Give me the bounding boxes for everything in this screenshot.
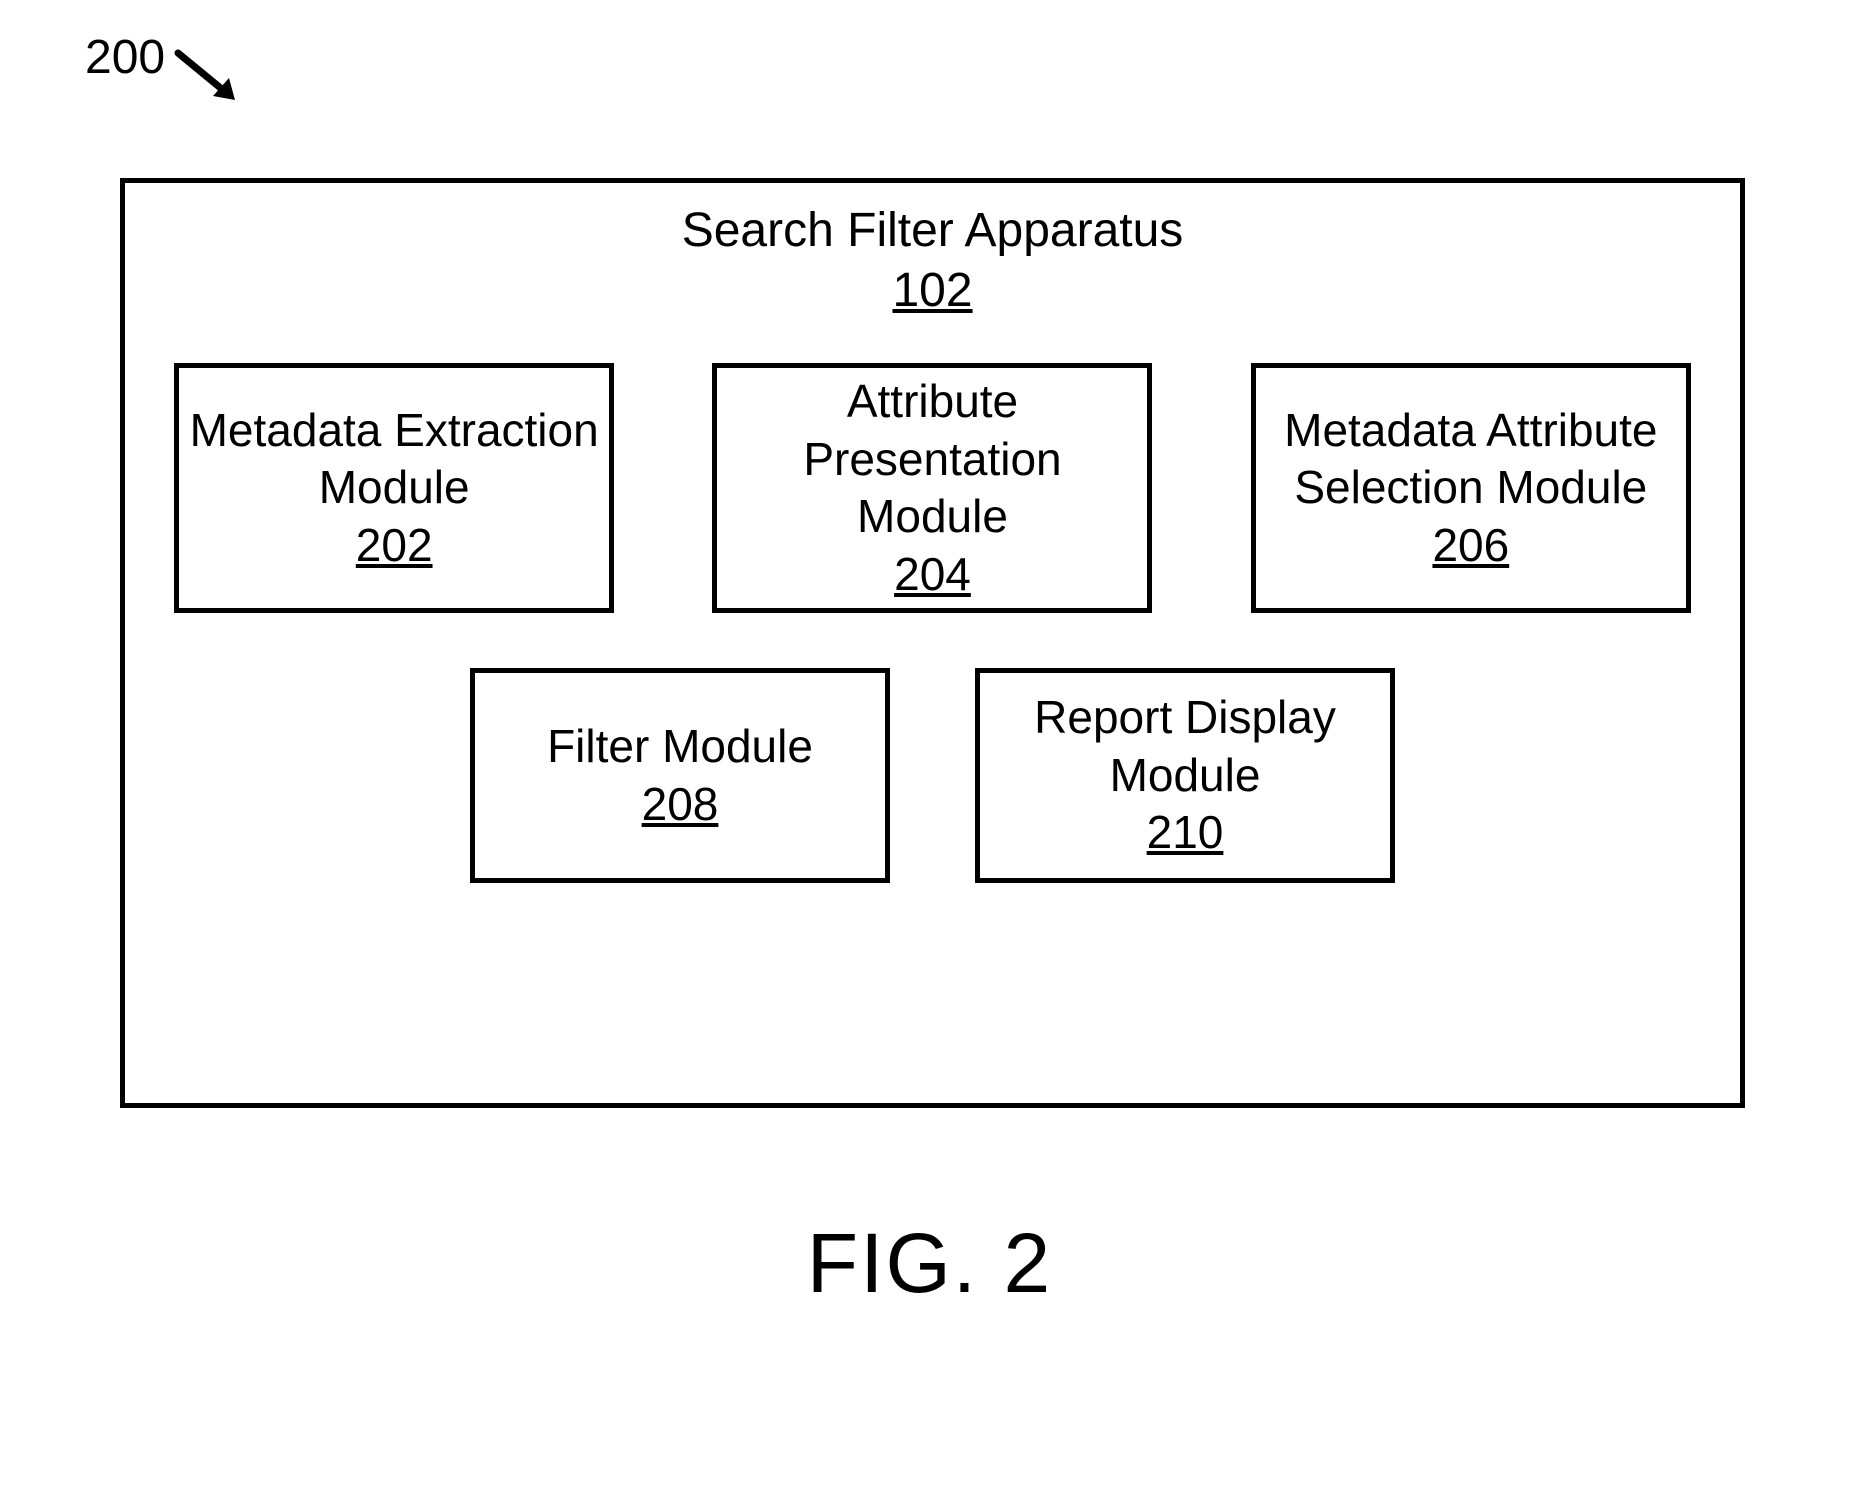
figure-ref-number: 200 [85, 30, 165, 85]
module-title: Report Display Module [990, 689, 1380, 804]
module-ref: 206 [1432, 517, 1509, 575]
module-title: Metadata Extraction Module [189, 402, 599, 517]
module-title: Metadata Attribute Selection Module [1266, 402, 1676, 517]
module-title: Attribute Presentation Module [727, 373, 1137, 546]
module-metadata-extraction: Metadata Extraction Module 202 [174, 363, 614, 613]
module-ref: 210 [1147, 804, 1224, 862]
module-ref: 208 [642, 776, 719, 834]
figure-caption: FIG. 2 [0, 1215, 1859, 1312]
figure-canvas: 200 Search Filter Apparatus 102 Metadata… [0, 0, 1859, 1496]
module-metadata-attribute-selection: Metadata Attribute Selection Module 206 [1251, 363, 1691, 613]
module-row-2: Filter Module 208 Report Display Module … [125, 668, 1740, 918]
module-attribute-presentation: Attribute Presentation Module 204 [712, 363, 1152, 613]
figure-ref-label: 200 [85, 30, 253, 118]
module-ref: 204 [894, 546, 971, 604]
module-report-display: Report Display Module 210 [975, 668, 1395, 883]
container-title: Search Filter Apparatus [125, 201, 1740, 261]
module-row-1: Metadata Extraction Module 202 Attribute… [125, 363, 1740, 613]
module-title: Filter Module [547, 718, 813, 776]
arrow-icon [173, 48, 253, 118]
module-filter: Filter Module 208 [470, 668, 890, 883]
container-header: Search Filter Apparatus 102 [125, 201, 1740, 321]
module-ref: 202 [356, 517, 433, 575]
container-box: Search Filter Apparatus 102 Metadata Ext… [120, 178, 1745, 1108]
container-ref: 102 [125, 261, 1740, 321]
